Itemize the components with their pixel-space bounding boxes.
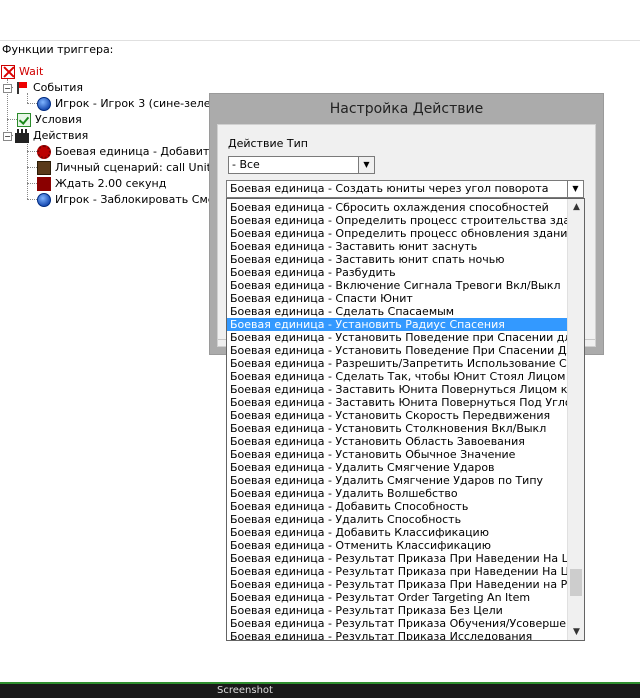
chevron-down-icon[interactable]: ▼ xyxy=(358,157,374,173)
player-globe-icon xyxy=(37,97,51,111)
tree-guide-line xyxy=(27,141,28,199)
tree-action-item[interactable]: Боевая единица - Добавить А xyxy=(37,144,227,160)
dropdown-option[interactable]: Боевая единица - Удалить Способность xyxy=(227,513,567,526)
action-type-label: Действие Тип xyxy=(228,137,308,150)
collapse-icon[interactable]: − xyxy=(3,83,12,93)
scroll-down-icon[interactable]: ▼ xyxy=(568,624,584,640)
action-dropdown-list[interactable]: Боевая единица - Сбросить охлаждения спо… xyxy=(226,198,585,641)
tree-node-conditions[interactable]: Условия xyxy=(17,112,82,128)
tree-node-wait[interactable]: Wait xyxy=(1,64,43,80)
event-label: Игрок - Игрок 3 (сине-зелены xyxy=(55,97,227,110)
dropdown-option[interactable]: Боевая единица - Установить Столкновения… xyxy=(227,422,567,435)
events-label: События xyxy=(33,81,84,94)
dropdown-scrollbar[interactable]: ▲ ▼ xyxy=(567,199,584,640)
scrollbar-thumb[interactable] xyxy=(570,569,582,596)
tree-guide-line xyxy=(27,167,37,168)
unit-gear-icon xyxy=(37,145,51,159)
action-select-value: Боевая единица - Создать юниты через уго… xyxy=(230,182,549,195)
dropdown-option[interactable]: Боевая единица - Установить Поведение Пр… xyxy=(227,344,567,357)
action-label: Игрок - Заблокировать Смерт xyxy=(55,193,228,206)
chevron-down-icon[interactable]: ▼ xyxy=(567,181,583,197)
dropdown-option[interactable]: Боевая единица - Установить Поведение пр… xyxy=(227,331,567,344)
action-label: Ждать 2.00 секунд xyxy=(55,177,167,190)
dropdown-option[interactable]: Боевая единица - Сделать Спасаемым xyxy=(227,305,567,318)
tree-guide-line xyxy=(27,103,37,104)
player-globe-icon xyxy=(37,193,51,207)
check-icon xyxy=(17,113,31,127)
tree-action-item[interactable]: Ждать 2.00 секунд xyxy=(37,176,166,192)
dropdown-option[interactable]: Боевая единица - Результат Приказа Без Ц… xyxy=(227,604,567,617)
dropdown-option[interactable]: Боевая единица - Добавить Классификацию xyxy=(227,526,567,539)
dropdown-option[interactable]: Боевая единица - Разбудить xyxy=(227,266,567,279)
tree-event-item[interactable]: Игрок - Игрок 3 (сине-зелены xyxy=(37,96,226,112)
collapse-icon[interactable]: − xyxy=(3,131,12,141)
script-icon xyxy=(37,161,51,175)
dropdown-option[interactable]: Боевая единица - Удалить Смягчение Ударо… xyxy=(227,474,567,487)
action-select[interactable]: Боевая единица - Создать юниты через уго… xyxy=(226,180,584,198)
conditions-label: Условия xyxy=(35,113,82,126)
dropdown-option[interactable]: Боевая единица - Удалить Смягчение Ударо… xyxy=(227,461,567,474)
tree-node-actions[interactable]: − Действия xyxy=(3,128,88,144)
dropdown-option[interactable]: Боевая единица - Включение Сигнала Трево… xyxy=(227,279,567,292)
dropdown-option[interactable]: Боевая единица - Разрешить/Запретить Исп… xyxy=(227,357,567,370)
flag-icon xyxy=(15,81,29,95)
dropdown-option[interactable]: Боевая единица - Результат Приказа Обуче… xyxy=(227,617,567,630)
dropdown-option[interactable]: Боевая единица - Установить Обычное Знач… xyxy=(227,448,567,461)
trigger-functions-label: Функции триггера: xyxy=(2,43,114,56)
wait-icon xyxy=(37,177,51,191)
scroll-up-icon[interactable]: ▲ xyxy=(568,199,584,215)
action-label: Боевая единица - Добавить А xyxy=(55,145,227,158)
dropdown-option[interactable]: Боевая единица - Отменить Классификацию xyxy=(227,539,567,552)
dropdown-option[interactable]: Боевая единица - Заставить юнит заснуть xyxy=(227,240,567,253)
tree-node-events[interactable]: − События xyxy=(3,80,83,96)
dropdown-option[interactable]: Боевая единица - Результат Приказа При Н… xyxy=(227,578,567,591)
clapperboard-icon xyxy=(15,129,29,143)
tree-guide-line xyxy=(27,199,37,200)
action-label: Личный сценарий: call UnitMa xyxy=(55,161,228,174)
dropdown-option[interactable]: Боевая единица - Результат Приказа При Н… xyxy=(227,552,567,565)
action-type-select[interactable]: - Все ▼ xyxy=(228,156,375,174)
dropdown-option[interactable]: Боевая единица - Спасти Юнит xyxy=(227,292,567,305)
dropdown-items: Боевая единица - Сбросить охлаждения спо… xyxy=(227,201,567,640)
tree-action-item[interactable]: Игрок - Заблокировать Смерт xyxy=(37,192,228,208)
dialog-title[interactable]: Настройка Действие xyxy=(210,94,603,124)
dropdown-option[interactable]: Боевая единица - Сделать Так, чтобы Юнит… xyxy=(227,370,567,383)
action-type-value: - Все xyxy=(232,158,260,171)
dropdown-option[interactable]: Боевая единица - Заставить Юнита Поверну… xyxy=(227,383,567,396)
disabled-trigger-icon xyxy=(1,65,15,79)
dropdown-option[interactable]: Боевая единица - Заставить юнит спать но… xyxy=(227,253,567,266)
dropdown-option[interactable]: Боевая единица - Определить процесс обно… xyxy=(227,227,567,240)
tree-action-item[interactable]: Личный сценарий: call UnitMa xyxy=(37,160,227,176)
tree-guide-line xyxy=(27,151,37,152)
trigger-name: Wait xyxy=(19,65,44,78)
dropdown-option[interactable]: Боевая единица - Определить процесс стро… xyxy=(227,214,567,227)
dropdown-option[interactable]: Боевая единица - Установить Радиус Спасе… xyxy=(227,318,567,331)
dropdown-option[interactable]: Боевая единица - Установить Область Заво… xyxy=(227,435,567,448)
top-toolbar-area xyxy=(0,0,640,41)
actions-label: Действия xyxy=(33,129,89,142)
dropdown-option[interactable]: Боевая единица - Добавить Способность xyxy=(227,500,567,513)
dropdown-option[interactable]: Боевая единица - Результат Order Targeti… xyxy=(227,591,567,604)
dropdown-option[interactable]: Боевая единица - Удалить Волшебство xyxy=(227,487,567,500)
dropdown-option[interactable]: Боевая единица - Установить Скорость Пер… xyxy=(227,409,567,422)
dropdown-option[interactable]: Боевая единица - Сбросить охлаждения спо… xyxy=(227,201,567,214)
dropdown-option[interactable]: Боевая единица - Результат Приказа Иссле… xyxy=(227,630,567,640)
dropdown-option[interactable]: Боевая единица - Заставить Юнита Поверну… xyxy=(227,396,567,409)
dropdown-option[interactable]: Боевая единица - Результат Приказа при Н… xyxy=(227,565,567,578)
tree-guide-line xyxy=(27,183,37,184)
